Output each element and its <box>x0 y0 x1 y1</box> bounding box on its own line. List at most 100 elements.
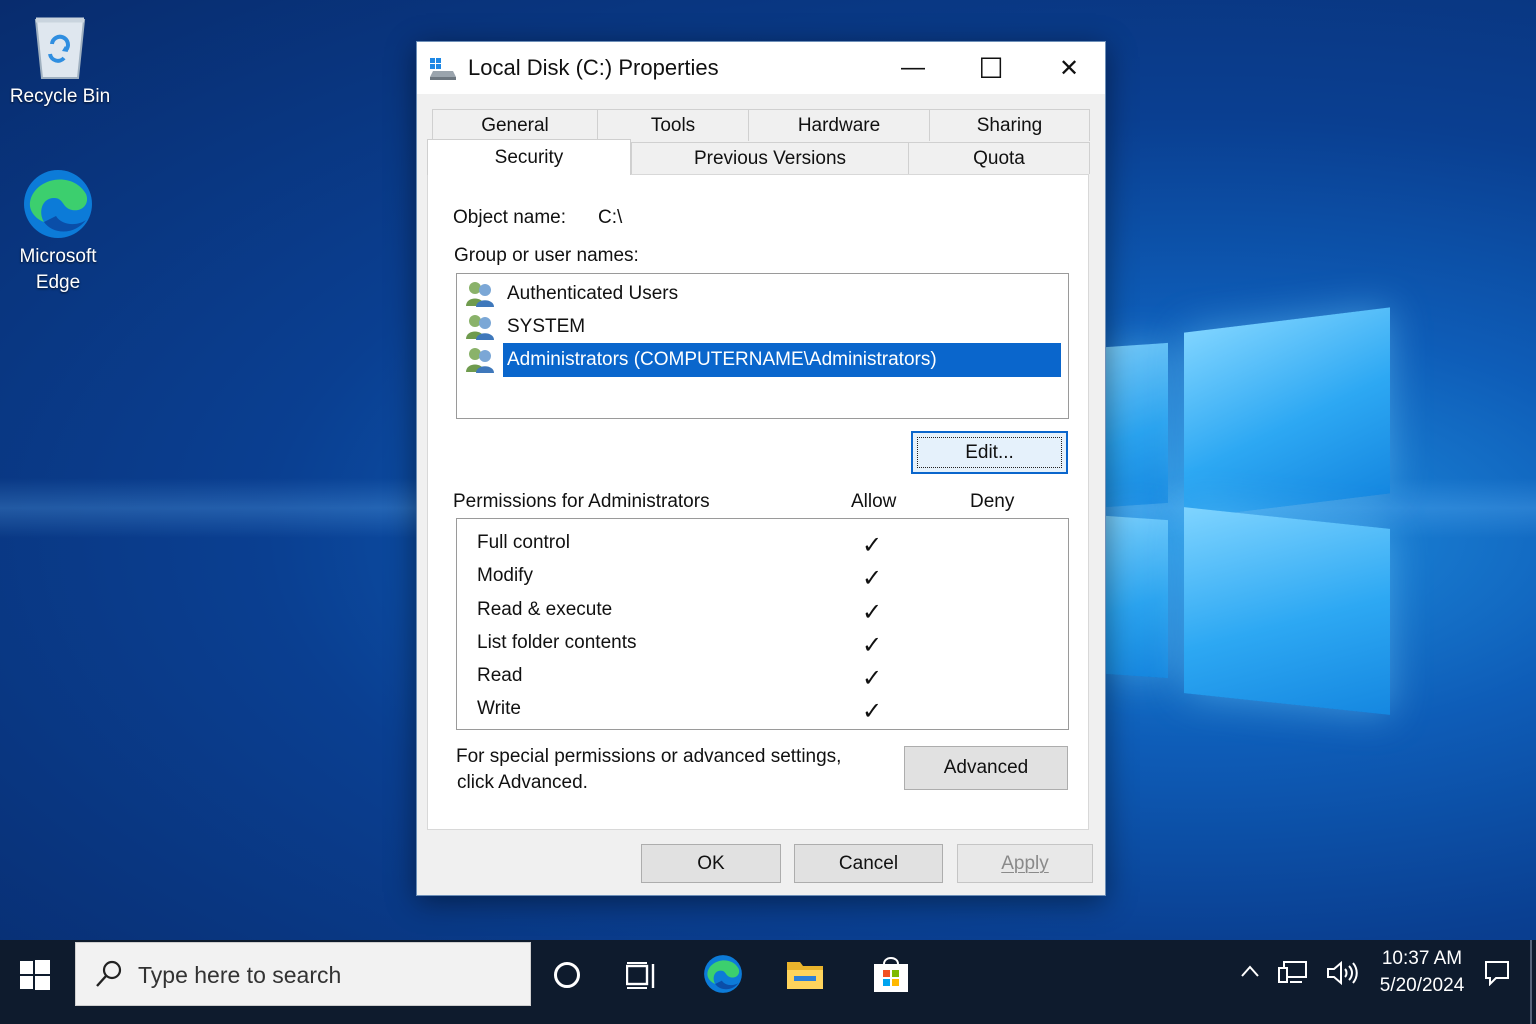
ok-button[interactable]: OK <box>641 844 781 883</box>
advanced-note-line2: click Advanced. <box>457 772 588 793</box>
tab-label: Security <box>494 146 564 168</box>
user-name: Administrators (COMPUTERNAME\Administrat… <box>503 343 1061 377</box>
allow-check-icon: ✓ <box>862 632 883 659</box>
permission-name: List folder contents <box>477 632 637 653</box>
tab-quota[interactable]: Quota <box>908 142 1090 174</box>
search-icon <box>94 959 124 994</box>
advanced-button-label: Advanced <box>943 757 1029 778</box>
user-list[interactable]: Authenticated Users SYSTEM Administrator… <box>456 273 1069 419</box>
task-view-icon[interactable] <box>625 962 656 995</box>
permission-name: Write <box>477 698 521 719</box>
volume-icon[interactable] <box>1326 960 1358 991</box>
permission-row-write: Write ✓ <box>457 693 1068 726</box>
permission-name: Read <box>477 665 523 686</box>
user-group-icon <box>465 280 495 308</box>
store-icon[interactable] <box>872 954 910 999</box>
close-button[interactable]: ✕ <box>1031 42 1107 94</box>
tab-label: Quota <box>973 147 1025 169</box>
close-icon: ✕ <box>1058 54 1080 82</box>
cancel-button-label: Cancel <box>838 852 899 874</box>
permissions-label: Permissions for Administrators <box>453 491 710 512</box>
maximize-button[interactable]: ☐ <box>953 42 1029 94</box>
allow-header: Allow <box>851 491 897 512</box>
user-group-icon <box>465 313 495 341</box>
properties-dialog: Local Disk (C:) Properties — ☐ ✕ General… <box>416 41 1106 896</box>
permissions-list[interactable]: Full control ✓ Modify ✓ Read & execute ✓… <box>456 518 1069 730</box>
tab-general[interactable]: General <box>432 109 598 141</box>
tab-tools[interactable]: Tools <box>597 109 749 141</box>
deny-header: Deny <box>970 491 1015 512</box>
advanced-button[interactable]: Advanced <box>904 746 1068 790</box>
cortana-icon[interactable] <box>554 962 580 988</box>
allow-check-icon: ✓ <box>862 565 883 592</box>
clock[interactable]: 10:37 AM 5/20/2024 <box>1370 948 1474 997</box>
allow-check-icon: ✓ <box>862 532 883 559</box>
object-name-label: Object name: <box>453 207 566 228</box>
search-box[interactable]: Type here to search <box>75 942 531 1006</box>
permission-row-full-control: Full control ✓ <box>457 527 1068 560</box>
search-placeholder: Type here to search <box>138 962 342 988</box>
network-icon[interactable] <box>1278 960 1308 991</box>
start-button[interactable] <box>20 960 50 990</box>
user-item-administrators[interactable]: Administrators (COMPUTERNAME\Administrat… <box>465 343 1061 377</box>
taskbar: Type here to search 10:37 AM 5/20/2024 <box>0 940 1536 1024</box>
tab-label: Tools <box>650 114 696 136</box>
clock-date: 5/20/2024 <box>1379 975 1465 996</box>
tab-sharing[interactable]: Sharing <box>929 109 1090 141</box>
wallpaper-logo-pane-tr <box>1184 307 1390 519</box>
edge-icon <box>22 168 94 240</box>
object-name-value: C:\ <box>598 207 623 228</box>
edit-button-label: Edit... <box>917 437 1062 468</box>
wallpaper-logo-pane-bl <box>1106 515 1168 679</box>
taskbar-edge-icon[interactable] <box>703 954 743 999</box>
advanced-note-line1: For special permissions or advanced sett… <box>456 746 842 767</box>
user-item-authenticated-users[interactable]: Authenticated Users <box>465 277 682 311</box>
desktop-icon-label: Recycle Bin <box>9 86 111 107</box>
show-desktop-button[interactable] <box>1530 940 1532 1024</box>
allow-check-icon: ✓ <box>862 599 883 626</box>
wallpaper-logo-pane-br <box>1184 507 1390 715</box>
permission-row-read-execute: Read & execute ✓ <box>457 594 1068 627</box>
apply-button[interactable]: Apply <box>957 844 1093 883</box>
allow-check-icon: ✓ <box>862 665 883 692</box>
apply-button-label: Apply <box>1001 852 1049 874</box>
maximize-icon: ☐ <box>978 52 1004 84</box>
cancel-button[interactable]: Cancel <box>794 844 943 883</box>
tab-security[interactable]: Security <box>427 139 631 175</box>
notifications-icon[interactable] <box>1484 960 1510 991</box>
security-panel: Object name: C:\ Group or user names: Au… <box>427 174 1089 830</box>
permission-row-list-folder-contents: List folder contents ✓ <box>457 627 1068 660</box>
clock-time: 10:37 AM <box>1381 948 1463 969</box>
user-name: Authenticated Users <box>507 283 679 304</box>
tab-label: Hardware <box>797 114 881 136</box>
drive-icon <box>429 57 457 86</box>
wallpaper-logo-pane-tl <box>1106 342 1168 508</box>
allow-check-icon: ✓ <box>862 698 883 725</box>
group-user-label: Group or user names: <box>454 245 639 266</box>
desktop-icon-label: Microsoft Edge <box>19 246 97 293</box>
ok-button-label: OK <box>697 852 725 874</box>
title-bar[interactable]: Local Disk (C:) Properties — ☐ ✕ <box>417 42 1105 94</box>
show-hidden-icons-chevron-up-icon[interactable] <box>1240 964 1260 983</box>
windows-start-icon <box>20 960 50 990</box>
tab-label: Previous Versions <box>693 147 847 169</box>
tab-hardware[interactable]: Hardware <box>748 109 930 141</box>
tab-label: General <box>481 114 549 136</box>
edit-button[interactable]: Edit... <box>911 431 1068 474</box>
permission-row-modify: Modify ✓ <box>457 560 1068 593</box>
minimize-button[interactable]: — <box>875 42 951 94</box>
user-group-icon <box>465 346 495 374</box>
file-explorer-icon[interactable] <box>786 958 824 995</box>
permission-name: Full control <box>477 532 570 553</box>
user-name: SYSTEM <box>507 316 586 337</box>
recycle-bin-icon <box>28 14 92 80</box>
permission-row-read: Read ✓ <box>457 660 1068 693</box>
minimize-icon: — <box>901 54 925 81</box>
desktop-icon-recycle-bin[interactable]: Recycle Bin <box>5 14 115 110</box>
tab-label: Sharing <box>976 114 1043 136</box>
dialog-title: Local Disk (C:) Properties <box>468 55 719 80</box>
desktop-icon-edge[interactable]: Microsoft Edge <box>3 168 113 296</box>
permission-name: Read & execute <box>477 599 613 620</box>
user-item-system[interactable]: SYSTEM <box>465 310 589 344</box>
tab-previous-versions[interactable]: Previous Versions <box>631 142 909 174</box>
